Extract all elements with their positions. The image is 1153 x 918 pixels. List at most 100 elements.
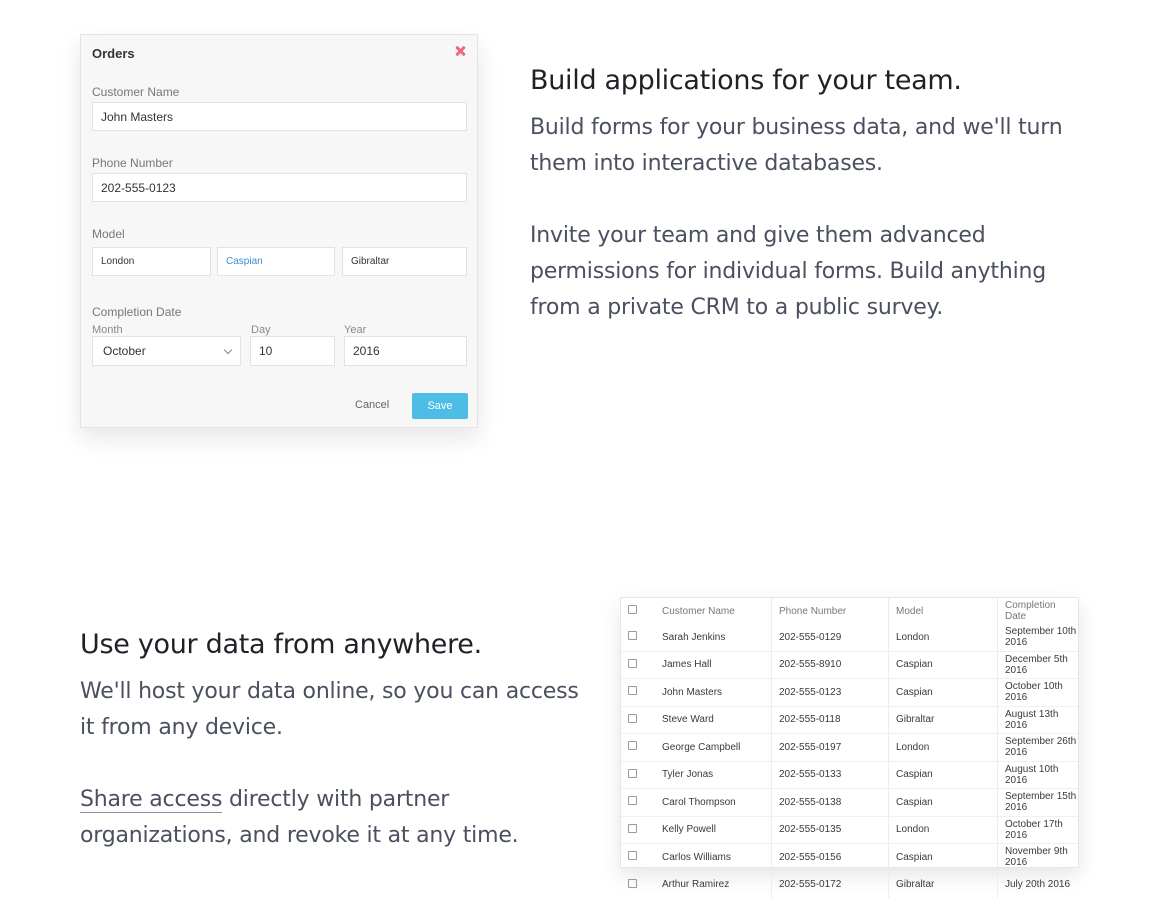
- orders-table-card: Customer Name Phone Number Model Complet…: [620, 597, 1079, 898]
- cell-completion-date: August 13th 2016: [997, 705, 1078, 734]
- cell-phone-number: 202-555-0135: [771, 815, 889, 844]
- cell-phone-number: 202-555-0172: [771, 870, 889, 898]
- section1-p2-line2: permissions for individual forms. Build …: [530, 259, 1046, 284]
- row-checkbox[interactable]: [628, 658, 637, 668]
- header-completion-date[interactable]: Completion Date: [997, 598, 1078, 624]
- customer-name-input[interactable]: John Masters: [92, 102, 467, 131]
- row-checkbox[interactable]: [628, 768, 637, 778]
- save-button[interactable]: Save: [412, 393, 468, 419]
- orders-form-card: Orders Customer Name John Masters Phone …: [80, 34, 478, 428]
- cell-completion-date: November 9th 2016: [997, 843, 1078, 871]
- section2-paragraph-2: Share access directly with partner organ…: [80, 782, 519, 854]
- header-phone-number[interactable]: Phone Number: [771, 598, 889, 624]
- cell-model: Caspian: [888, 760, 998, 789]
- row-checkbox[interactable]: [628, 686, 637, 696]
- cell-model: London: [888, 815, 998, 844]
- cell-customer-name: Steve Ward: [661, 705, 772, 734]
- section1-p1-line2: them into interactive databases.: [530, 151, 883, 176]
- cell-customer-name: Carlos Williams: [661, 843, 772, 871]
- row-checkbox[interactable]: [628, 631, 637, 641]
- cell-phone-number: 202-555-0156: [771, 843, 889, 871]
- header-model[interactable]: Model: [888, 598, 998, 624]
- cell-completion-date: October 10th 2016: [997, 678, 1078, 706]
- month-label: Month: [92, 324, 123, 336]
- row-checkbox[interactable]: [628, 741, 637, 751]
- cancel-button[interactable]: Cancel: [355, 399, 389, 411]
- section2-p1-line1: We'll host your data online, so you can …: [80, 679, 579, 704]
- cell-phone-number: 202-555-0118: [771, 705, 889, 734]
- completion-date-label: Completion Date: [92, 305, 182, 319]
- cell-completion-date: September 15th 2016: [997, 788, 1078, 816]
- cell-phone-number: 202-555-0197: [771, 733, 889, 761]
- cell-model: Caspian: [888, 788, 998, 816]
- row-checkbox[interactable]: [628, 823, 637, 833]
- cell-customer-name: Carol Thompson: [661, 788, 772, 816]
- cell-completion-date: December 5th 2016: [997, 650, 1078, 679]
- model-label: Model: [92, 227, 125, 241]
- month-select[interactable]: October: [92, 336, 241, 366]
- cell-model: London: [888, 624, 998, 651]
- table-row[interactable]: George Campbell 202-555-0197 London Septemb…: [621, 733, 1078, 761]
- header-customer-name[interactable]: Customer Name: [661, 598, 772, 624]
- cell-phone-number: 202-555-0123: [771, 678, 889, 706]
- table-row[interactable]: John Masters 202-555-0123 Caspian October 1…: [621, 678, 1078, 706]
- cell-customer-name: Tyler Jonas: [661, 760, 772, 789]
- cell-model: Gibraltar: [888, 705, 998, 734]
- section1-paragraph-1: Build forms for your business data, and …: [530, 110, 1063, 182]
- close-x-icon[interactable]: [453, 44, 467, 58]
- table-row[interactable]: Carol Thompson 202-555-0138 Caspian Septemb…: [621, 788, 1078, 816]
- cell-model: Gibraltar: [888, 870, 998, 898]
- day-input[interactable]: 10: [250, 336, 335, 366]
- cell-customer-name: George Campbell: [661, 733, 772, 761]
- cell-model: Caspian: [888, 678, 998, 706]
- section1-p1-line1: Build forms for your business data, and …: [530, 115, 1063, 140]
- section2-paragraph-1: We'll host your data online, so you can …: [80, 674, 579, 746]
- cell-phone-number: 202-555-0138: [771, 788, 889, 816]
- cell-phone-number: 202-555-0129: [771, 624, 889, 651]
- cell-completion-date: August 10th 2016: [997, 760, 1078, 789]
- row-checkbox[interactable]: [628, 878, 637, 888]
- model-option-gibraltar[interactable]: Gibraltar: [342, 247, 467, 276]
- cell-phone-number: 202-555-0133: [771, 760, 889, 789]
- section2-p2-line2: organizations, and revoke it at any time…: [80, 823, 519, 848]
- row-checkbox[interactable]: [628, 851, 637, 861]
- table-header-row: Customer Name Phone Number Model Complet…: [621, 598, 1078, 624]
- customer-name-label: Customer Name: [92, 85, 180, 99]
- cell-customer-name: John Masters: [661, 678, 772, 706]
- form-title: Orders: [92, 46, 135, 61]
- table-row[interactable]: James Hall 202-555-8910 Caspian December 5t…: [621, 650, 1078, 679]
- section2-p2-line1-rest: directly with partner: [222, 787, 450, 812]
- year-input[interactable]: 2016: [344, 336, 467, 366]
- table-row[interactable]: Arthur Ramirez 202-555-0172 Gibraltar July …: [621, 870, 1078, 898]
- select-all-checkbox[interactable]: [628, 605, 637, 614]
- cell-customer-name: Arthur Ramirez: [661, 870, 772, 898]
- phone-number-input[interactable]: 202-555-0123: [92, 173, 467, 202]
- cell-customer-name: James Hall: [661, 650, 772, 679]
- section2-headline: Use your data from anywhere.: [80, 629, 482, 660]
- day-label: Day: [251, 324, 271, 336]
- table-row[interactable]: Kelly Powell 202-555-0135 London October 17…: [621, 815, 1078, 844]
- cell-model: Caspian: [888, 650, 998, 679]
- table-row[interactable]: Steve Ward 202-555-0118 Gibraltar August 13…: [621, 705, 1078, 734]
- table-row[interactable]: Tyler Jonas 202-555-0133 Caspian August 10t…: [621, 760, 1078, 789]
- orders-table: Customer Name Phone Number Model Complet…: [621, 598, 1078, 898]
- row-checkbox[interactable]: [628, 796, 637, 806]
- model-option-london[interactable]: London: [92, 247, 211, 276]
- section1-p2-line1: Invite your team and give them advanced: [530, 223, 986, 248]
- year-label: Year: [344, 324, 367, 336]
- cell-completion-date: September 10th 2016: [997, 624, 1078, 651]
- table-row[interactable]: Carlos Williams 202-555-0156 Caspian Novemb…: [621, 843, 1078, 871]
- cell-model: London: [888, 733, 998, 761]
- share-access-link[interactable]: Share access: [80, 787, 222, 813]
- cell-phone-number: 202-555-8910: [771, 650, 889, 679]
- section1-headline: Build applications for your team.: [530, 65, 962, 96]
- section2-p1-line2: it from any device.: [80, 715, 283, 740]
- cell-model: Caspian: [888, 843, 998, 871]
- section1-p2-line3: from a private CRM to a public survey.: [530, 295, 944, 320]
- table-row[interactable]: Sarah Jenkins 202-555-0129 London September…: [621, 624, 1078, 651]
- chevron-down-icon: [223, 345, 233, 355]
- row-checkbox[interactable]: [628, 713, 637, 723]
- phone-number-label: Phone Number: [92, 156, 173, 170]
- cell-customer-name: Kelly Powell: [661, 815, 772, 844]
- model-option-caspian[interactable]: Caspian: [217, 247, 335, 276]
